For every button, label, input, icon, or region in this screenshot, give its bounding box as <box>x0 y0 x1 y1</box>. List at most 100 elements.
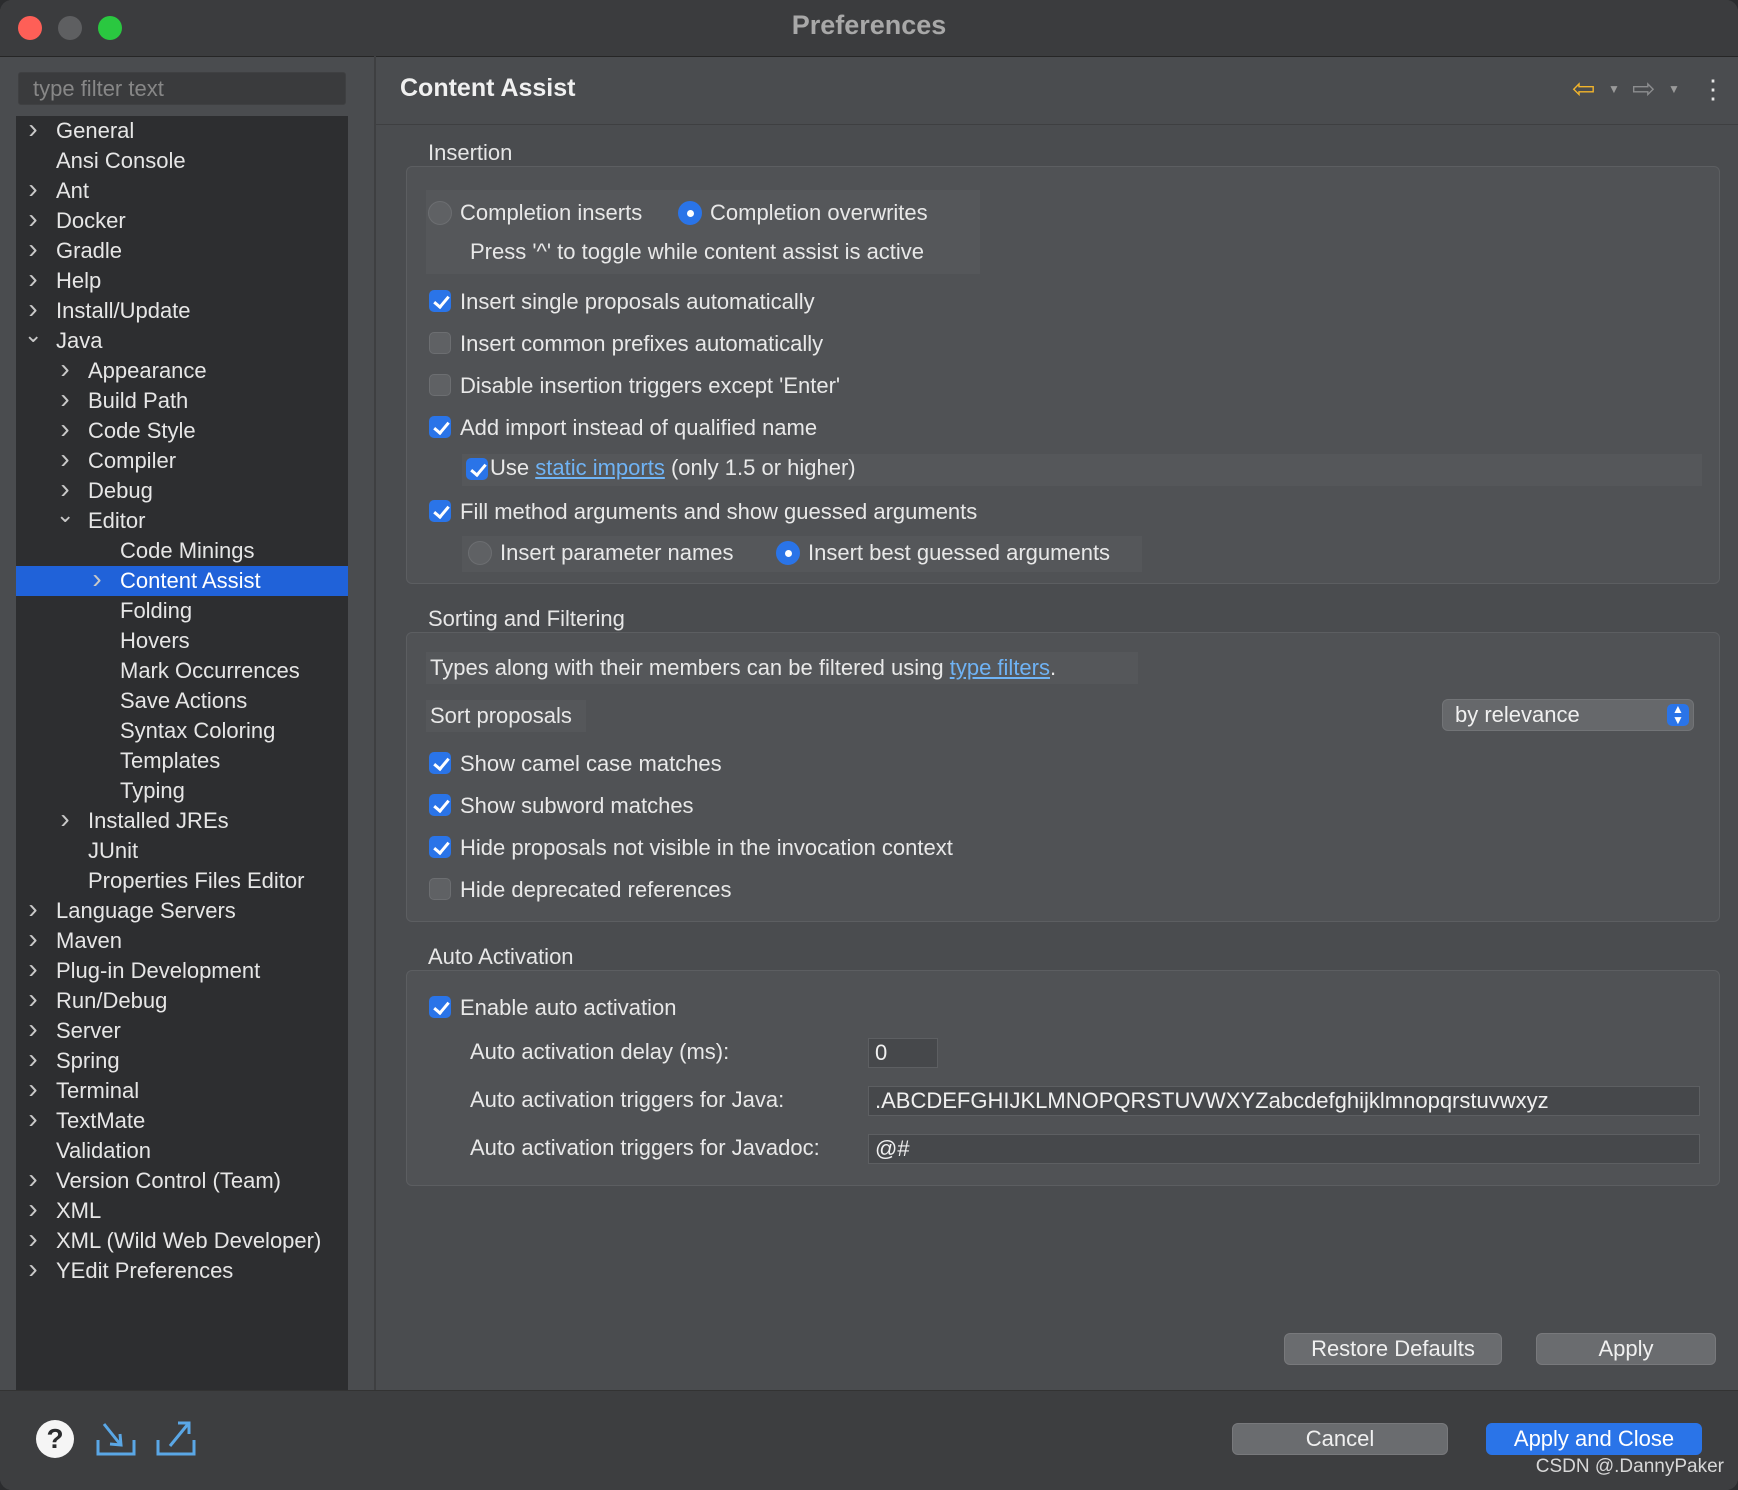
chevron-right-icon[interactable]: › <box>24 894 42 924</box>
apply-button[interactable]: Apply <box>1536 1333 1716 1365</box>
sidebar-item[interactable]: ⌄ Editor <box>16 502 348 536</box>
sidebar-item[interactable]: › Ant <box>16 174 348 206</box>
chevron-right-icon[interactable]: › <box>24 1164 42 1194</box>
sidebar-item[interactable]: ⌄ Java <box>16 322 348 356</box>
filter-input[interactable] <box>18 72 346 105</box>
sidebar-item[interactable]: Ansi Console <box>16 146 348 176</box>
sidebar-item[interactable]: › General <box>16 116 348 146</box>
chevron-right-icon[interactable]: › <box>24 1194 42 1224</box>
insert-parameter-names-radio[interactable] <box>468 541 492 565</box>
sidebar-item[interactable]: › XML <box>16 1194 348 1226</box>
enable-auto-activation-checkbox[interactable] <box>429 996 451 1018</box>
view-menu-icon[interactable]: ⋮ <box>1700 74 1726 104</box>
sidebar-item[interactable]: › Build Path <box>16 384 348 416</box>
insert-single-checkbox[interactable] <box>429 290 451 312</box>
sidebar-item[interactable]: › Install/Update <box>16 294 348 326</box>
forward-dropdown-icon[interactable]: ▼ <box>1668 82 1680 96</box>
insert-best-guessed-radio[interactable] <box>776 541 800 565</box>
sidebar-item[interactable]: › Docker <box>16 204 348 236</box>
chevron-down-icon[interactable]: ⌄ <box>56 500 74 530</box>
sidebar-item[interactable]: Folding <box>16 596 348 626</box>
type-filters-link[interactable]: type filters <box>950 655 1050 680</box>
chevron-right-icon[interactable]: › <box>56 354 74 384</box>
sash[interactable] <box>374 56 376 1390</box>
sidebar-item[interactable]: Code Minings <box>16 536 348 566</box>
sidebar-item[interactable]: › YEdit Preferences <box>16 1254 348 1286</box>
javadoc-triggers-input[interactable]: @# <box>868 1134 1700 1164</box>
sidebar-item[interactable]: › Appearance <box>16 354 348 386</box>
chevron-right-icon[interactable]: › <box>24 1044 42 1074</box>
static-imports-checkbox[interactable] <box>466 458 488 480</box>
fill-arguments-checkbox[interactable] <box>429 500 451 522</box>
chevron-right-icon[interactable]: › <box>24 1074 42 1104</box>
sidebar-item[interactable]: › Code Style <box>16 414 348 446</box>
sidebar-item[interactable]: › Language Servers <box>16 894 348 926</box>
chevron-right-icon[interactable]: › <box>24 1224 42 1254</box>
java-triggers-input[interactable]: .ABCDEFGHIJKLMNOPQRSTUVWXYZabcdefghijklm… <box>868 1086 1700 1116</box>
insert-common-checkbox[interactable] <box>429 332 451 354</box>
sidebar-item[interactable]: › Maven <box>16 924 348 956</box>
hide-deprecated-checkbox[interactable] <box>429 878 451 900</box>
restore-defaults-button[interactable]: Restore Defaults <box>1284 1333 1502 1365</box>
chevron-right-icon[interactable]: › <box>24 924 42 954</box>
sidebar-item[interactable]: › Plug-in Development <box>16 954 348 986</box>
sidebar-item[interactable]: › Help <box>16 264 348 296</box>
chevron-right-icon[interactable]: › <box>56 804 74 834</box>
camel-case-checkbox[interactable] <box>429 752 451 774</box>
subword-checkbox[interactable] <box>429 794 451 816</box>
sidebar-item[interactable]: Syntax Coloring <box>16 716 348 746</box>
sidebar-item[interactable]: JUnit <box>16 836 348 866</box>
cancel-button[interactable]: Cancel <box>1232 1423 1448 1455</box>
sidebar-item[interactable]: › Version Control (Team) <box>16 1164 348 1196</box>
chevron-right-icon[interactable]: › <box>24 264 42 294</box>
sidebar-item[interactable]: › Run/Debug <box>16 984 348 1016</box>
sidebar-item[interactable]: › Spring <box>16 1044 348 1076</box>
import-icon[interactable] <box>94 1418 138 1458</box>
chevron-right-icon[interactable]: › <box>88 564 106 594</box>
back-dropdown-icon[interactable]: ▼ <box>1608 82 1620 96</box>
chevron-right-icon[interactable]: › <box>24 116 42 144</box>
sidebar-item[interactable]: Validation <box>16 1136 348 1166</box>
hide-not-visible-checkbox[interactable] <box>429 836 451 858</box>
sidebar-item[interactable]: Typing <box>16 776 348 806</box>
chevron-right-icon[interactable]: › <box>24 234 42 264</box>
completion-inserts-radio[interactable] <box>428 201 452 225</box>
chevron-down-icon[interactable]: ⌄ <box>24 320 42 350</box>
delay-input[interactable]: 0 <box>868 1038 938 1068</box>
sidebar-item[interactable]: Templates <box>16 746 348 776</box>
sidebar-item[interactable]: › Installed JREs <box>16 804 348 836</box>
sidebar-item[interactable]: › Gradle <box>16 234 348 266</box>
sidebar-item[interactable]: Hovers <box>16 626 348 656</box>
sidebar-item[interactable]: › XML (Wild Web Developer) <box>16 1224 348 1256</box>
sidebar-item[interactable]: Mark Occurrences <box>16 656 348 686</box>
chevron-right-icon[interactable]: › <box>24 1254 42 1284</box>
chevron-right-icon[interactable]: › <box>24 954 42 984</box>
sidebar-item[interactable]: › Terminal <box>16 1074 348 1106</box>
sidebar-item[interactable]: Properties Files Editor <box>16 866 348 896</box>
sidebar-item[interactable]: › Compiler <box>16 444 348 476</box>
apply-and-close-button[interactable]: Apply and Close <box>1486 1423 1702 1455</box>
chevron-right-icon[interactable]: › <box>24 984 42 1014</box>
static-imports-link[interactable]: static imports <box>535 455 665 480</box>
chevron-right-icon[interactable]: › <box>24 1104 42 1134</box>
sidebar-item[interactable]: Save Actions <box>16 686 348 716</box>
sidebar-item[interactable]: › TextMate <box>16 1104 348 1136</box>
insertion-section-label: Insertion <box>428 140 513 165</box>
export-icon[interactable] <box>154 1418 198 1458</box>
chevron-right-icon[interactable]: › <box>56 444 74 474</box>
completion-overwrites-radio[interactable] <box>678 201 702 225</box>
sidebar-item[interactable]: › Server <box>16 1014 348 1046</box>
sidebar-item[interactable]: › Content Assist <box>16 564 348 596</box>
add-import-checkbox[interactable] <box>429 416 451 438</box>
chevron-right-icon[interactable]: › <box>56 384 74 414</box>
chevron-right-icon[interactable]: › <box>24 1014 42 1044</box>
completion-inserts-label: Completion inserts <box>460 200 643 225</box>
chevron-right-icon[interactable]: › <box>24 174 42 204</box>
sort-proposals-select[interactable]: by relevance ▲ ▼ <box>1442 699 1694 731</box>
chevron-right-icon[interactable]: › <box>24 204 42 234</box>
chevron-right-icon[interactable]: › <box>56 414 74 444</box>
help-icon[interactable]: ? <box>36 1420 74 1458</box>
forward-arrow-icon[interactable]: ⇨ <box>1632 74 1655 104</box>
back-arrow-icon[interactable]: ⇦ <box>1572 74 1595 104</box>
disable-triggers-checkbox[interactable] <box>429 374 451 396</box>
